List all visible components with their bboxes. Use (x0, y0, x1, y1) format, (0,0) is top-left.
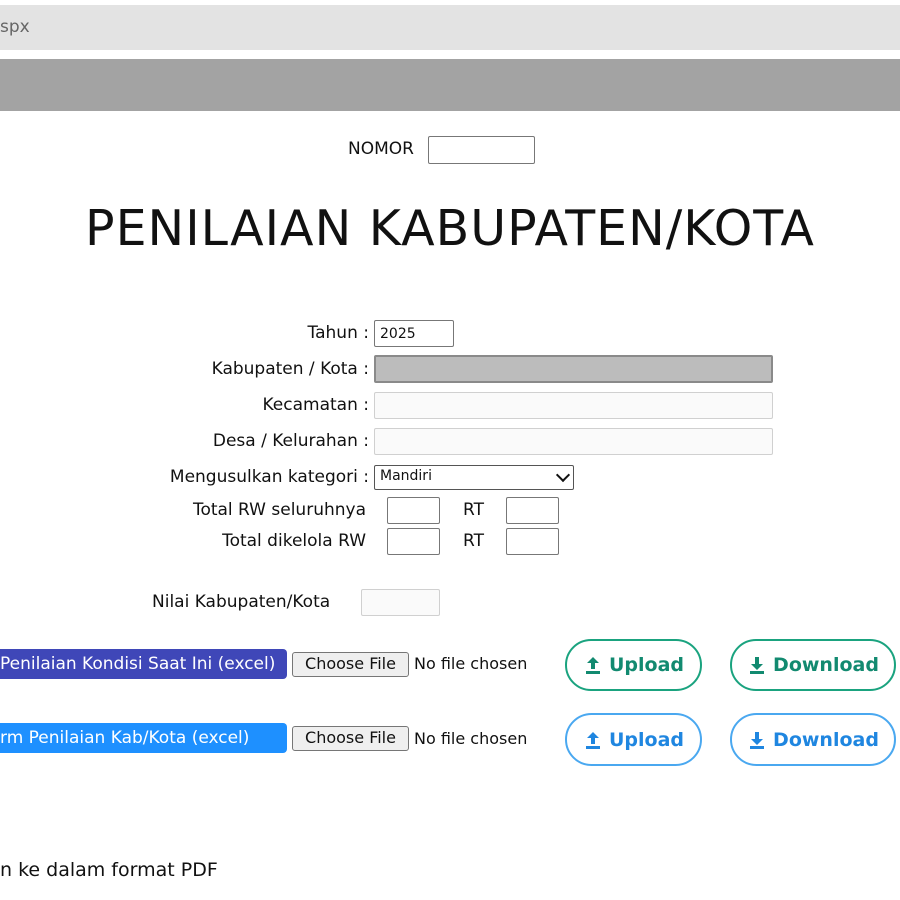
rt-total-input[interactable] (506, 497, 559, 524)
nomor-input[interactable] (428, 136, 535, 164)
nilai-label: Nilai Kabupaten/Kota (152, 592, 331, 612)
rt-label: RT (463, 531, 484, 551)
download-button[interactable]: Download (730, 713, 896, 766)
rt-kelola-input[interactable] (506, 528, 559, 555)
download-button-label: Download (773, 654, 879, 676)
kabupaten-label: Kabupaten / Kota : (211, 359, 369, 379)
upload-icon (585, 657, 600, 674)
tahun-label: Tahun : (307, 323, 369, 343)
page-header-bar (0, 59, 900, 111)
desa-label: Desa / Kelurahan : (212, 431, 369, 451)
kabupaten-input (374, 355, 773, 383)
kategori-selected-value: Mandiri (380, 468, 432, 484)
pdf-export-text: n ke dalam format PDF (0, 859, 218, 881)
kecamatan-input (374, 392, 773, 419)
download-icon (750, 657, 765, 674)
nomor-label: NOMOR (348, 139, 414, 159)
kategori-label: Mengusulkan kategori : (169, 467, 369, 487)
rw-total-input[interactable] (387, 497, 440, 524)
download-button-label: Download (773, 728, 879, 751)
chevron-down-icon (555, 467, 571, 483)
choose-file-button[interactable]: Choose File (292, 652, 409, 677)
upload-button-label: Upload (608, 654, 685, 676)
kecamatan-label: Kecamatan : (262, 395, 370, 415)
tahun-input[interactable] (374, 320, 454, 347)
rw-kelola-label: Total dikelola RW (222, 531, 366, 551)
upload-section-label: Penilaian Kondisi Saat Ini (excel) (0, 649, 287, 679)
kategori-select[interactable]: Mandiri (374, 465, 574, 490)
upload-button[interactable]: Upload (565, 639, 702, 691)
choose-file-button[interactable]: Choose File (292, 726, 409, 751)
file-status: No file chosen (414, 729, 528, 748)
upload-icon (585, 731, 600, 749)
upload-button[interactable]: Upload (565, 713, 702, 766)
desa-input (374, 428, 773, 455)
address-bar-text: spx (0, 17, 30, 37)
upload-section-label: rm Penilaian Kab/Kota (excel) (0, 723, 287, 753)
rt-label: RT (463, 500, 484, 520)
rw-total-label: Total RW seluruhnya (192, 500, 366, 520)
download-icon (750, 731, 765, 749)
rw-kelola-input[interactable] (387, 528, 440, 555)
download-button[interactable]: Download (730, 639, 896, 691)
page-title: PENILAIAN KABUPATEN/KOTA (85, 200, 815, 257)
nilai-input (361, 589, 440, 616)
upload-button-label: Upload (608, 728, 685, 751)
file-status: No file chosen (414, 654, 528, 673)
address-bar[interactable]: spx (0, 5, 900, 50)
